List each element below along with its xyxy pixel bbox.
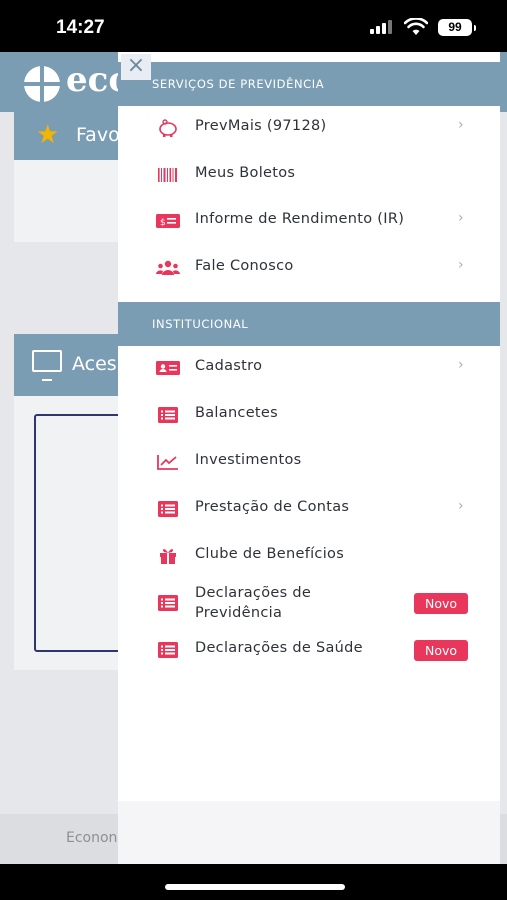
barcode-icon <box>158 168 177 182</box>
menu-item-label-line1: Declarações de <box>195 585 312 601</box>
menu-item-declaracoes-previdencia[interactable]: Declarações de Previdência Novo <box>118 581 500 625</box>
menu-item-meus-boletos[interactable]: Meus Boletos <box>118 153 500 197</box>
battery-icon: 99 <box>438 19 476 36</box>
favorites-title: Favo <box>76 124 120 146</box>
monitor-icon <box>32 350 62 381</box>
list-icon <box>158 407 178 423</box>
menu-item-label: Clube de Benefícios <box>195 546 345 562</box>
side-drawer: SERVIÇOS DE PREVIDÊNCIA PrevMais (97128)… <box>118 52 500 864</box>
menu-item-prevmais[interactable]: PrevMais (97128) › <box>118 106 500 150</box>
menu-item-label: Informe de Rendimento (IR) <box>195 211 405 227</box>
menu-item-balancetes[interactable]: Balancetes <box>118 393 500 437</box>
users-icon <box>156 260 180 275</box>
menu-item-label: Investimentos <box>195 452 302 468</box>
drawer-footer <box>118 801 500 864</box>
menu-item-cadastro[interactable]: Cadastro › <box>118 346 500 390</box>
menu-item-fale-conosco[interactable]: Fale Conosco › <box>118 246 500 290</box>
menu-item-informe-rendimento[interactable]: $ Informe de Rendimento (IR) › <box>118 199 500 243</box>
logo-icon <box>24 66 60 102</box>
wifi-icon <box>404 18 428 35</box>
piggy-bank-icon <box>159 119 177 137</box>
section-header-institucional: INSTITUCIONAL <box>118 302 500 346</box>
signal-icon <box>370 20 394 34</box>
chevron-right-icon: › <box>458 257 464 273</box>
chevron-right-icon: › <box>458 117 464 133</box>
home-indicator[interactable] <box>165 884 345 890</box>
money-bill-icon: $ <box>156 214 180 228</box>
chevron-right-icon: › <box>458 210 464 226</box>
menu-item-label: Meus Boletos <box>195 165 296 181</box>
footer-text: Econon <box>66 830 118 846</box>
list-icon <box>158 595 178 611</box>
menu-item-clube-beneficios[interactable]: Clube de Benefícios <box>118 534 500 578</box>
status-bar: 14:27 99 <box>0 0 507 52</box>
menu-item-label: Declarações de Saúde <box>195 640 363 656</box>
menu-item-label: Balancetes <box>195 405 278 421</box>
menu-item-label: Fale Conosco <box>195 258 294 274</box>
chevron-right-icon: › <box>458 357 464 373</box>
svg-text:$: $ <box>160 218 166 228</box>
close-icon[interactable]: × <box>121 54 151 80</box>
new-badge: Novo <box>414 640 468 661</box>
star-icon: ★ <box>36 120 60 150</box>
menu-item-label: PrevMais (97128) <box>195 118 327 134</box>
menu-item-prestacao-contas[interactable]: Prestação de Contas › <box>118 487 500 531</box>
status-time: 14:27 <box>56 17 105 38</box>
menu-item-label: Prestação de Contas <box>195 499 350 515</box>
chart-line-icon <box>157 455 178 470</box>
new-badge: Novo <box>414 593 468 614</box>
list-icon <box>158 501 178 517</box>
access-title: Aces <box>72 353 117 375</box>
menu-item-label: Cadastro <box>195 358 263 374</box>
list-icon <box>158 642 178 658</box>
menu-item-label-line2: Previdência <box>195 605 283 621</box>
chevron-right-icon: › <box>458 498 464 514</box>
id-card-icon <box>156 361 180 375</box>
home-indicator-area <box>0 864 507 900</box>
section-header-previdencia: SERVIÇOS DE PREVIDÊNCIA <box>118 62 500 106</box>
gift-icon <box>160 549 176 564</box>
menu-item-investimentos[interactable]: Investimentos <box>118 440 500 484</box>
menu-item-declaracoes-saude[interactable]: Declarações de Saúde Novo <box>118 628 500 672</box>
menu-item-label: Declarações de Previdência <box>195 583 311 623</box>
